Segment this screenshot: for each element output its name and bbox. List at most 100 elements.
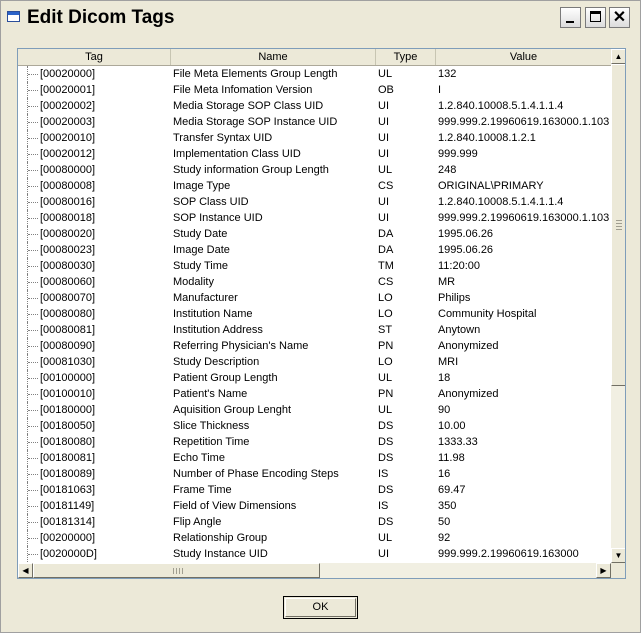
row-type: DS <box>378 436 394 448</box>
vertical-scrollbar[interactable]: ▲ ▼ <box>611 49 625 563</box>
row-tag: [00181063] <box>40 484 96 496</box>
table-row[interactable]: [00020012] Implementation Class UID UI 999.… <box>18 146 611 162</box>
row-tag: [00020000] <box>40 68 96 80</box>
row-name: Patient's Name <box>173 388 248 400</box>
row-type: UL <box>378 372 393 384</box>
row-type: UI <box>378 132 389 144</box>
close-button[interactable]: ✕ <box>609 7 630 28</box>
row-name: Study Date <box>173 228 228 240</box>
scroll-up-button[interactable]: ▲ <box>611 49 625 64</box>
row-type: LO <box>378 292 393 304</box>
tree-branch <box>28 218 38 219</box>
row-value: MRI <box>438 356 459 368</box>
row-value: 999.999 <box>438 148 478 160</box>
tree-branch <box>28 266 38 267</box>
table-row[interactable]: [00080090] Referring Physician's Name PN An… <box>18 338 611 354</box>
row-tag: [00080080] <box>40 308 96 320</box>
row-name: Number of Phase Encoding Steps <box>173 468 339 480</box>
tag-list-view[interactable]: Tag Name Type Value [00020000] File Meta … <box>17 48 626 579</box>
row-name: Relationship Group <box>173 532 268 544</box>
table-row[interactable]: [00020002] Media Storage SOP Class UID UI 1… <box>18 98 611 114</box>
row-type: DA <box>378 244 394 256</box>
row-name: Study information Group Length <box>173 164 329 176</box>
row-name: Institution Address <box>173 324 263 336</box>
tree-branch <box>28 522 38 523</box>
table-row[interactable]: [00080070] Manufacturer LO Philips <box>18 290 611 306</box>
table-row[interactable]: [00020010] Transfer Syntax UID UI 1.2.840.1… <box>18 130 611 146</box>
table-row[interactable]: [00181314] Flip Angle DS 50 <box>18 514 611 530</box>
row-name: Echo Time <box>173 452 225 464</box>
table-row[interactable]: [00080000] Study information Group Length… <box>18 162 611 178</box>
table-row[interactable]: [00080008] Image Type CS ORIGINAL\PRIMARY <box>18 178 611 194</box>
table-row[interactable]: [00200000] Relationship Group UL 92 <box>18 530 611 546</box>
scroll-left-button[interactable]: ◀ <box>18 563 33 578</box>
row-tag: [00180089] <box>40 468 96 480</box>
table-row[interactable]: [00180080] Repetition Time DS 1333.33 <box>18 434 611 450</box>
table-row[interactable]: [00080020] Study Date DA 1995.06.26 <box>18 226 611 242</box>
table-row[interactable]: [00020001] File Meta Infomation Version OB… <box>18 82 611 98</box>
minimize-icon <box>566 21 574 23</box>
table-row[interactable]: [00181063] Frame Time DS 69.47 <box>18 482 611 498</box>
column-header-value[interactable]: Value <box>436 49 611 65</box>
row-type: UL <box>378 404 393 416</box>
table-row[interactable]: [00020003] Media Storage SOP Instance UID… <box>18 114 611 130</box>
table-row[interactable]: [00180089] Number of Phase Encoding Steps… <box>18 466 611 482</box>
row-tag: [00080081] <box>40 324 96 336</box>
row-tag: [00080090] <box>40 340 96 352</box>
horizontal-scrollbar[interactable]: ◀ ▶ <box>18 563 611 578</box>
table-row[interactable]: [00080060] Modality CS MR <box>18 274 611 290</box>
row-tag: [00080018] <box>40 212 96 224</box>
column-header-type[interactable]: Type <box>376 49 436 65</box>
row-name: Transfer Syntax UID <box>173 132 273 144</box>
row-name: Image Date <box>173 244 230 256</box>
row-name: Slice Thickness <box>173 420 250 432</box>
column-header-name[interactable]: Name <box>171 49 376 65</box>
row-tag: [00020002] <box>40 100 96 112</box>
table-row[interactable]: [00020000] File Meta Elements Group Lengt… <box>18 66 611 82</box>
row-type: UL <box>378 532 393 544</box>
row-type: UI <box>378 548 389 560</box>
column-header-tag[interactable]: Tag <box>18 49 171 65</box>
row-value: 11.98 <box>438 452 465 464</box>
row-name: File Meta Elements Group Length <box>173 68 338 80</box>
table-row[interactable]: [00080023] Image Date DA 1995.06.26 <box>18 242 611 258</box>
ok-button-label: OK <box>312 601 329 613</box>
row-value: 16 <box>438 468 451 480</box>
ok-button[interactable]: OK <box>283 596 358 619</box>
row-value: Community Hospital <box>438 308 537 320</box>
row-name: Aquisition Group Lenght <box>173 404 292 416</box>
scroll-down-button[interactable]: ▼ <box>611 548 625 563</box>
row-type: DS <box>378 452 394 464</box>
row-name: Media Storage SOP Class UID <box>173 100 324 112</box>
tree-branch <box>28 314 38 315</box>
row-tag: [00020001] <box>40 84 96 96</box>
row-type: TM <box>378 260 394 272</box>
tree-branch <box>28 154 38 155</box>
arrow-right-icon: ▶ <box>600 566 607 575</box>
scroll-right-button[interactable]: ▶ <box>596 563 611 578</box>
tree-branch <box>28 394 38 395</box>
table-row[interactable]: [00180000] Aquisition Group Lenght UL 90 <box>18 402 611 418</box>
horizontal-scroll-thumb[interactable] <box>33 563 320 578</box>
window-title: Edit Dicom Tags <box>27 7 175 28</box>
table-row[interactable]: [00080018] SOP Instance UID UI 999.999.2.19… <box>18 210 611 226</box>
vertical-scroll-thumb[interactable] <box>611 64 625 386</box>
table-row[interactable]: [00080016] SOP Class UID UI 1.2.840.10008.5… <box>18 194 611 210</box>
row-name: Frame Time <box>173 484 232 496</box>
minimize-button[interactable] <box>560 7 581 28</box>
table-row[interactable]: [00080080] Institution Name LO Community Ho… <box>18 306 611 322</box>
table-row[interactable]: [00100010] Patient's Name PN Anonymized <box>18 386 611 402</box>
row-tag: [00080060] <box>40 276 96 288</box>
table-row[interactable]: [00100000] Patient Group Length UL 18 <box>18 370 611 386</box>
table-row[interactable]: [00180081] Echo Time DS 11.98 <box>18 450 611 466</box>
table-row[interactable]: [0020000D] Study Instance UID UI 999.999.2.… <box>18 546 611 562</box>
maximize-icon <box>590 11 601 22</box>
table-row[interactable]: [00081030] Study Description LO MRI <box>18 354 611 370</box>
maximize-button[interactable] <box>585 7 606 28</box>
table-row[interactable]: [00180050] Slice Thickness DS 10.00 <box>18 418 611 434</box>
tree-branch <box>28 186 38 187</box>
table-row[interactable]: [00080030] Study Time TM 11:20:00 <box>18 258 611 274</box>
row-type: UI <box>378 100 389 112</box>
table-row[interactable]: [00181149] Field of View Dimensions IS 350 <box>18 498 611 514</box>
table-row[interactable]: [00080081] Institution Address ST Anytown <box>18 322 611 338</box>
